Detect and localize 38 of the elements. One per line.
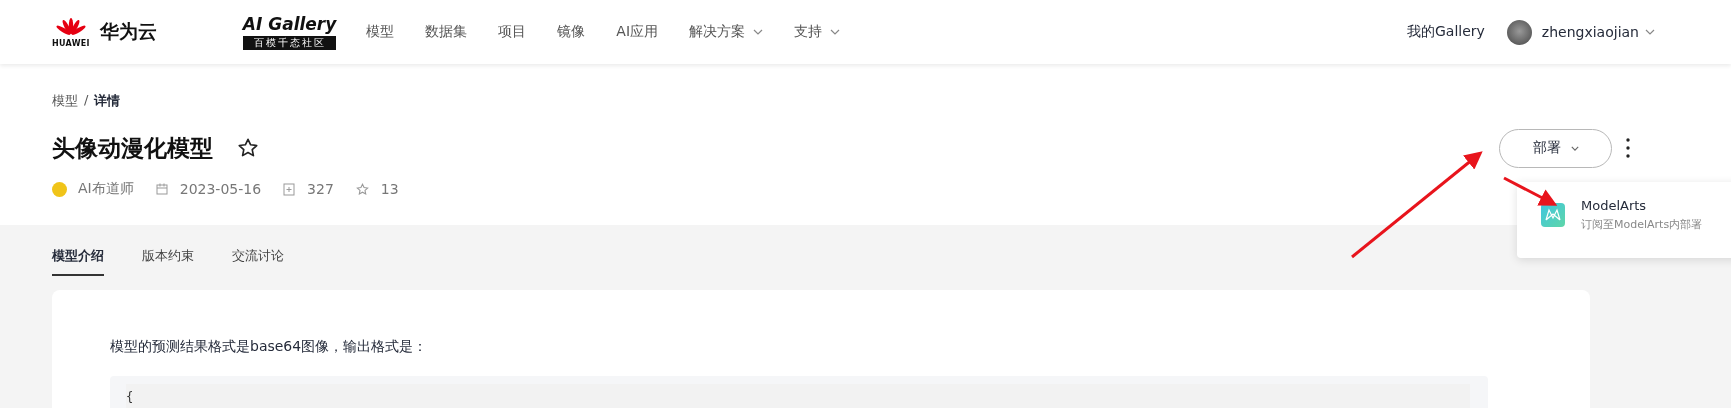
paragraph: 模型的预测结果格式是base64图像，输出格式是： [110, 338, 429, 356]
nav-link[interactable]: 支持 [794, 23, 841, 41]
username-menu[interactable]: zhengxiaojian [1541, 24, 1655, 40]
breadcrumb-item[interactable]: 模型 [52, 92, 78, 110]
star-icon [355, 182, 369, 196]
author-avatar-icon [52, 181, 67, 197]
menu-item-description: 订阅至ModelArts内部署 [1581, 217, 1703, 232]
download-count: 327 [307, 181, 334, 197]
gallery-logo[interactable]: AI Gallery 百模千态社区 [242, 14, 337, 50]
nav-link[interactable]: 解决方案 [689, 23, 764, 41]
avatar-icon[interactable] [1506, 19, 1532, 45]
brand-wordmark: HUAWEI [52, 38, 90, 48]
my-gallery-link[interactable]: 我的Gallery [1406, 23, 1485, 41]
caret-icon [1570, 145, 1579, 151]
nav-link[interactable]: 项目 [498, 23, 527, 41]
model-title: 头像动漫化模型 [52, 133, 213, 163]
code-line: { [126, 390, 134, 404]
bookmark-icon [283, 182, 296, 196]
annotation-arrow [1503, 176, 1558, 206]
breadcrumb-item[interactable]: 详情 [94, 92, 121, 110]
menu-item-title[interactable]: ModelArts [1581, 198, 1703, 213]
star-icon[interactable] [237, 137, 259, 159]
nav-link[interactable]: 数据集 [425, 23, 468, 41]
more-options-icon[interactable] [1626, 138, 1630, 158]
caret-icon [1645, 29, 1655, 35]
star-count: 13 [380, 181, 399, 197]
tab[interactable]: 版本约束 [142, 247, 194, 276]
breadcrumb-separator: / [84, 92, 89, 109]
publish-date: 2023-05-16 [179, 181, 262, 197]
deploy-button[interactable]: 部署 [1499, 128, 1612, 168]
tab[interactable]: 交流讨论 [232, 247, 284, 276]
nav-link[interactable]: AI应用 [616, 23, 659, 41]
calendar-icon [155, 183, 168, 195]
brand-name[interactable]: 华为云 [99, 19, 157, 45]
nav-link[interactable]: 镜像 [557, 23, 586, 41]
author-name[interactable]: AI布道师 [78, 180, 134, 198]
nav-link[interactable]: 模型 [366, 23, 395, 41]
tab[interactable]: 模型介绍 [52, 247, 104, 276]
